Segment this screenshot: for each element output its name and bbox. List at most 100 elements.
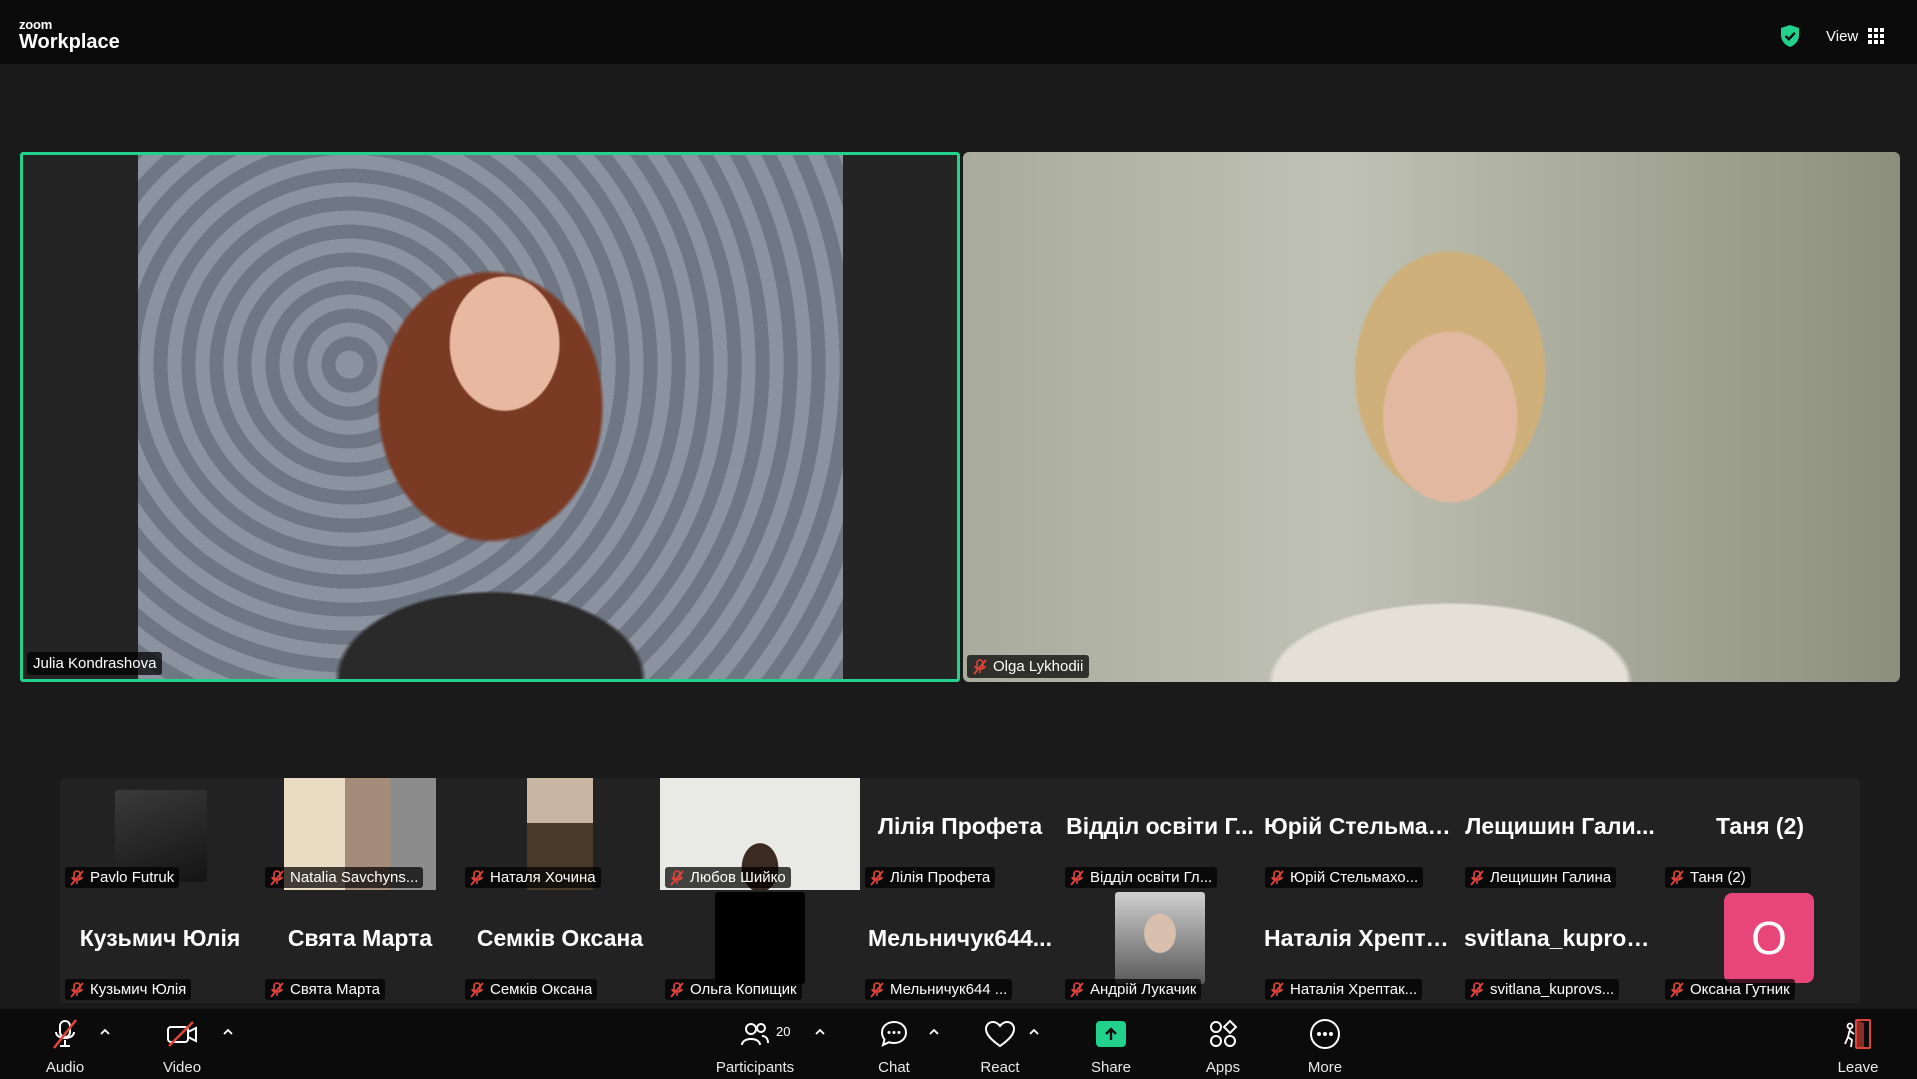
share-button[interactable]: Share (1066, 1017, 1156, 1076)
muted-mic-icon (470, 869, 484, 886)
muted-mic-icon (470, 981, 484, 998)
video-tile-active-speaker[interactable]: Julia Kondrashova (20, 152, 960, 682)
gallery-tile[interactable]: Андрій Лукачик (1060, 890, 1260, 1002)
gallery-name-label: Кузьмич Юлія (65, 979, 192, 1000)
security-shield-icon[interactable] (1779, 24, 1801, 48)
participant-name-badge: Julia Kondrashova (27, 652, 163, 675)
gallery-tile[interactable]: Pavlo Futruk (60, 778, 260, 890)
gallery-tile[interactable]: Лілія Профета Лілія Профета (860, 778, 1060, 890)
gallery-tile[interactable]: Мельничук644... Мельничук644 ... (860, 890, 1060, 1002)
brand-small: zoom (19, 17, 53, 32)
leave-button[interactable]: Leave (1813, 1017, 1903, 1076)
apps-icon (1206, 1017, 1240, 1051)
muted-mic-icon (1670, 981, 1684, 998)
gallery-tile[interactable]: Наталя Хочина (460, 778, 660, 890)
participant-display-name: Кузьмич Юлія (79, 925, 241, 951)
participant-video (138, 155, 843, 679)
participants-icon (738, 1017, 772, 1051)
react-button[interactable]: React (955, 1017, 1045, 1076)
gallery-name-label: Відділ освіти Гл... (1065, 867, 1218, 888)
zoom-logo: zoom Workplace (19, 18, 120, 52)
view-button[interactable]: View (1826, 25, 1885, 47)
gallery-tile[interactable]: Таня (2) Таня (2) (1660, 778, 1860, 890)
gallery-tile[interactable]: Лещишин Гали... Лещишин Галина (1460, 778, 1660, 890)
participants-count: 20 (776, 1024, 791, 1039)
participant-video (1115, 892, 1205, 984)
top-bar: zoom Workplace View (0, 0, 1917, 64)
video-options-chevron-up-icon[interactable] (221, 1027, 235, 1037)
muted-mic-icon (1270, 981, 1284, 998)
audio-options-chevron-up-icon[interactable] (98, 1027, 112, 1037)
chat-button[interactable]: Chat (849, 1017, 939, 1076)
video-off-icon (165, 1017, 199, 1051)
meeting-toolbar: Audio Video Participants 20 Chat React S… (0, 1009, 1917, 1079)
gallery-tile[interactable]: Любов Шийко (660, 778, 860, 890)
participant-display-name: Лілія Профета (877, 813, 1043, 839)
more-dots-icon (1308, 1017, 1342, 1051)
participant-name: Julia Kondrashova (33, 655, 157, 672)
gallery-name-label: Любов Шийко (665, 867, 791, 888)
participant-display-name: svitlana_kuprov... (1464, 925, 1657, 951)
video-tile-speaker[interactable]: Olga Lykhodii (963, 152, 1900, 682)
gallery-name-label: Андрій Лукачик (1065, 979, 1202, 1000)
gallery-tile[interactable]: Свята Марта Свята Марта (260, 890, 460, 1002)
muted-mic-icon (1070, 869, 1084, 886)
participant-display-name: Лещишин Гали... (1465, 813, 1655, 839)
gallery-name-label: Оксана Гутник (1665, 979, 1795, 1000)
participant-display-name: Семків Оксана (476, 925, 644, 951)
gallery-name-label: Мельничук644 ... (865, 979, 1013, 1000)
muted-mic-icon (670, 869, 684, 886)
mic-muted-icon (48, 1017, 82, 1051)
audio-button[interactable]: Audio (20, 1017, 110, 1076)
muted-mic-icon (670, 981, 684, 998)
avatar: О (1724, 893, 1814, 983)
view-label: View (1826, 27, 1859, 45)
participants-options-chevron-up-icon[interactable] (813, 1027, 827, 1037)
muted-mic-icon (1070, 981, 1084, 998)
heart-icon (983, 1017, 1017, 1051)
participant-display-name: Відділ освіти Г... (1066, 813, 1254, 839)
brand-big: Workplace (19, 31, 120, 53)
gallery-tile[interactable]: Наталія Хрепта... Наталія Хрептак... (1260, 890, 1460, 1002)
gallery-tile[interactable]: Ольга Копищик (660, 890, 860, 1002)
gallery-name-label: Юрій Стельмахо... (1265, 867, 1424, 888)
gallery-tile[interactable]: Семків Оксана Семків Оксана (460, 890, 660, 1002)
gallery-tile[interactable]: Відділ освіти Г... Відділ освіти Гл... (1060, 778, 1260, 890)
gallery-name-label: Наталія Хрептак... (1265, 979, 1423, 1000)
more-button[interactable]: More (1280, 1017, 1370, 1076)
react-options-chevron-up-icon[interactable] (1027, 1027, 1041, 1037)
gallery-name-label: Наталя Хочина (465, 867, 601, 888)
gallery-name-label: Лещишин Галина (1465, 867, 1617, 888)
share-screen-icon (1094, 1017, 1128, 1051)
gallery-name-label: Лілія Профета (865, 867, 996, 888)
video-button[interactable]: Video (137, 1017, 227, 1076)
gallery-name-label: Natalia Savchyns... (265, 867, 424, 888)
apps-button[interactable]: Apps (1178, 1017, 1268, 1076)
participant-name-badge: Olga Lykhodii (967, 655, 1090, 678)
participant-display-name: Наталія Хрепта... (1264, 925, 1458, 951)
muted-mic-icon (270, 869, 284, 886)
gallery-name-label: svitlana_kuprovs... (1465, 979, 1620, 1000)
gallery-name-label: Семків Оксана (465, 979, 598, 1000)
gallery-tile[interactable]: Юрій Стельмах... Юрій Стельмахо... (1260, 778, 1460, 890)
muted-mic-icon (1670, 869, 1684, 886)
muted-mic-icon (1470, 981, 1484, 998)
gallery-name-label: Ольга Копищик (665, 979, 802, 1000)
gallery-tile[interactable]: О Оксана Гутник (1660, 890, 1860, 1002)
participant-display-name: Свята Марта (287, 925, 433, 951)
leave-door-icon (1841, 1017, 1875, 1051)
participant-name: Olga Lykhodii (993, 658, 1084, 675)
gallery-tile[interactable]: Кузьмич Юлія Кузьмич Юлія (60, 890, 260, 1002)
gallery-strip: Pavlo Futruk Natalia Savchyns... Наталя … (60, 778, 1860, 1003)
participant-display-name: Таня (2) (1715, 813, 1805, 839)
gallery-tile[interactable]: svitlana_kuprov... svitlana_kuprovs... (1460, 890, 1660, 1002)
gallery-tile[interactable]: Natalia Savchyns... (260, 778, 460, 890)
participant-video (715, 892, 805, 984)
chat-options-chevron-up-icon[interactable] (927, 1027, 941, 1037)
muted-mic-icon (70, 981, 84, 998)
participant-display-name: Мельничук644... (868, 925, 1052, 951)
muted-mic-icon (70, 869, 84, 886)
muted-mic-icon (870, 869, 884, 886)
muted-mic-icon (1470, 869, 1484, 886)
participant-display-name: Юрій Стельмах... (1264, 813, 1460, 839)
